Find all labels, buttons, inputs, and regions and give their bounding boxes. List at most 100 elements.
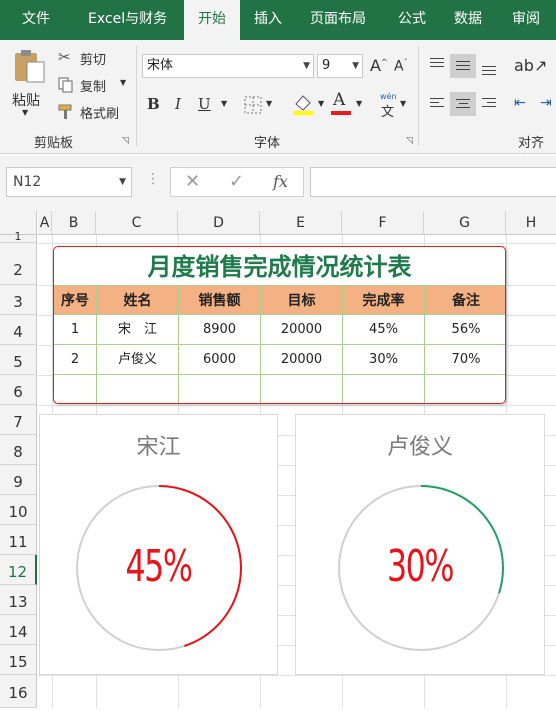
row-header-4[interactable]: 4 — [0, 315, 37, 345]
align-top-icon[interactable] — [430, 58, 444, 70]
align-bottom-icon[interactable] — [482, 66, 496, 78]
row-header-16[interactable]: 16 — [0, 675, 37, 708]
font-name-combo[interactable]: 宋体 ▼ — [142, 54, 314, 78]
align-right-icon[interactable] — [482, 98, 496, 110]
column-header-b[interactable]: B — [52, 211, 96, 235]
row-header-15[interactable]: 15 — [0, 645, 37, 675]
font-size-dropdown-icon[interactable]: ▼ — [352, 55, 359, 77]
tab-review[interactable]: 审阅 — [512, 0, 540, 40]
fill-color-icon[interactable] — [292, 92, 314, 116]
font-name-dropdown-icon[interactable]: ▼ — [303, 55, 310, 77]
table-cell[interactable]: 70% — [425, 345, 505, 375]
column-header-d[interactable]: D — [178, 211, 260, 235]
font-size-combo[interactable]: 9 ▼ — [317, 54, 363, 78]
table-cell[interactable]: 56% — [425, 315, 505, 345]
tab-excel-finance[interactable]: Excel与财务 — [88, 0, 167, 40]
table-cell[interactable] — [54, 375, 97, 403]
phonetic-dropdown-icon[interactable]: ▼ — [400, 99, 406, 108]
table-header-cell[interactable]: 序号 — [54, 285, 97, 315]
table-cell[interactable]: 30% — [343, 345, 425, 375]
table-header-cell[interactable]: 完成率 — [343, 285, 425, 315]
font-color-dropdown-icon[interactable]: ▼ — [356, 99, 362, 108]
table-cell[interactable]: 宋 江 — [97, 315, 179, 345]
column-header-c[interactable]: C — [96, 211, 178, 235]
table-title[interactable]: 月度销售完成情况统计表 — [54, 247, 505, 285]
table-cell[interactable]: 20000 — [261, 345, 343, 375]
row-header-9[interactable]: 9 — [0, 465, 37, 495]
chart-song-jiang[interactable]: 宋江 45% — [39, 414, 278, 675]
row-header-2[interactable]: 2 — [0, 243, 37, 285]
table-cell[interactable]: 45% — [343, 315, 425, 345]
fill-color-dropdown-icon[interactable]: ▼ — [318, 99, 324, 108]
align-center-icon[interactable] — [450, 92, 476, 116]
table-cell[interactable]: 8900 — [179, 315, 261, 345]
borders-icon[interactable] — [244, 96, 262, 114]
table-header-cell[interactable]: 目标 — [261, 285, 343, 315]
table-cell[interactable] — [97, 375, 179, 403]
row-header-10[interactable]: 10 — [0, 495, 37, 525]
table-cell[interactable]: 2 — [54, 345, 97, 375]
row-header-7[interactable]: 7 — [0, 405, 37, 435]
table-header-cell[interactable]: 姓名 — [97, 285, 179, 315]
chart-lu-junyi[interactable]: 卢俊义 30% — [295, 414, 545, 675]
column-header-e[interactable]: E — [260, 211, 342, 235]
copy-dropdown-arrow-icon[interactable]: ▼ — [120, 78, 126, 87]
tab-home[interactable]: 开始 — [184, 0, 240, 40]
tab-file[interactable]: 文件 — [22, 0, 50, 40]
increase-font-size-icon[interactable]: A^ — [370, 56, 388, 75]
column-header-h[interactable]: H — [506, 211, 556, 235]
cut-button[interactable]: ✂ 剪切 — [58, 48, 128, 70]
align-left-icon[interactable] — [430, 98, 444, 110]
table-cell[interactable]: 6000 — [179, 345, 261, 375]
table-cell[interactable]: 卢俊义 — [97, 345, 179, 375]
row-header-6[interactable]: 6 — [0, 375, 37, 405]
decrease-font-size-icon[interactable]: Aˇ — [394, 58, 408, 75]
font-color-button[interactable]: A — [330, 90, 352, 116]
orientation-icon[interactable]: ab↗ — [514, 56, 547, 75]
increase-indent-icon[interactable]: ⇥ — [540, 95, 552, 111]
column-header-a[interactable]: A — [38, 211, 52, 235]
enter-icon[interactable]: ✓ — [229, 168, 244, 196]
table-cell[interactable] — [343, 375, 425, 403]
tab-page-layout[interactable]: 页面布局 — [310, 0, 366, 40]
row-header-8[interactable]: 8 — [0, 435, 37, 465]
bold-button[interactable]: B — [147, 95, 160, 113]
table-cell[interactable]: 20000 — [261, 315, 343, 345]
borders-dropdown-icon[interactable]: ▼ — [266, 99, 272, 108]
clipboard-launcher-icon[interactable]: ◹ — [122, 136, 129, 146]
italic-button[interactable]: I — [175, 95, 181, 113]
table-cell[interactable] — [425, 375, 505, 403]
table-header-cell[interactable]: 备注 — [425, 285, 505, 315]
row-header-5[interactable]: 5 — [0, 345, 37, 375]
row-header-12[interactable]: 12 — [0, 555, 37, 585]
table-cell[interactable] — [261, 375, 343, 403]
insert-function-icon[interactable]: fx — [273, 168, 288, 196]
name-box[interactable]: N12 ▼ — [6, 167, 132, 197]
paste-dropdown-arrow-icon[interactable]: ▼ — [22, 108, 28, 117]
column-header-f[interactable]: F — [342, 211, 424, 235]
tab-insert[interactable]: 插入 — [254, 0, 282, 40]
table-header-cell[interactable]: 销售额 — [179, 285, 261, 315]
table-cell[interactable] — [179, 375, 261, 403]
formula-bar-grip-icon[interactable]: ⋮ — [146, 171, 160, 187]
column-header-g[interactable]: G — [424, 211, 506, 235]
underline-button[interactable]: U — [198, 95, 211, 113]
tab-formulas[interactable]: 公式 — [398, 0, 426, 40]
tab-data[interactable]: 数据 — [454, 0, 482, 40]
underline-dropdown-icon[interactable]: ▼ — [221, 99, 227, 108]
phonetic-button[interactable]: wén 文 — [378, 92, 400, 120]
name-box-dropdown-icon[interactable]: ▼ — [119, 168, 126, 196]
table-cell[interactable]: 1 — [54, 315, 97, 345]
decrease-indent-icon[interactable]: ⇤ — [514, 95, 526, 111]
align-middle-icon[interactable] — [450, 54, 476, 78]
row-header-1[interactable]: 1 — [0, 231, 37, 243]
row-header-14[interactable]: 14 — [0, 615, 37, 645]
row-header-11[interactable]: 11 — [0, 525, 37, 555]
formula-input[interactable] — [310, 167, 556, 197]
row-header-3[interactable]: 3 — [0, 285, 37, 315]
format-painter-button[interactable]: 格式刷 — [58, 102, 130, 124]
copy-button[interactable]: 复制 ▼ — [58, 75, 134, 97]
row-header-13[interactable]: 13 — [0, 585, 37, 615]
cancel-icon[interactable]: ✕ — [185, 168, 200, 196]
font-launcher-icon[interactable]: ◹ — [406, 136, 413, 146]
